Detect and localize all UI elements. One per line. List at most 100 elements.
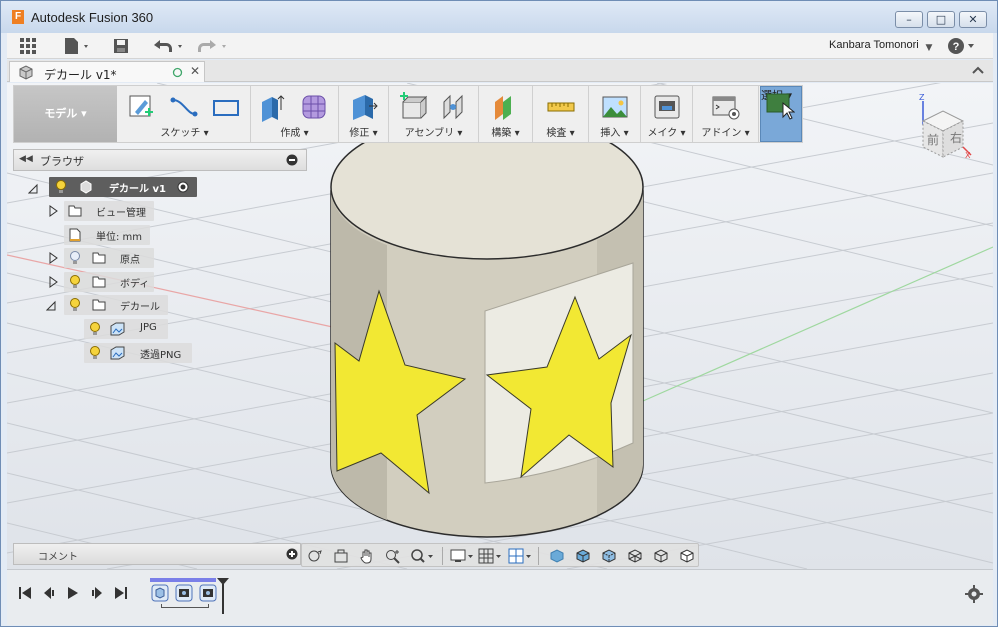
- zoom-icon[interactable]: [384, 547, 402, 565]
- modify-menu-label[interactable]: 修正 ▾: [339, 124, 388, 139]
- insert-group[interactable]: 挿入 ▾: [589, 86, 641, 142]
- visibility-bulb-icon[interactable]: [69, 298, 81, 312]
- inspect-group[interactable]: 検査 ▾: [533, 86, 589, 142]
- go-to-end-icon[interactable]: [113, 585, 129, 601]
- play-icon[interactable]: [65, 585, 81, 601]
- visibility-bulb-icon[interactable]: [55, 180, 67, 194]
- press-pull-icon[interactable]: [349, 92, 379, 122]
- assemble-menu-label[interactable]: アセンブリ ▾: [389, 124, 478, 139]
- rectangle-icon[interactable]: [211, 92, 241, 122]
- save-icon[interactable]: [111, 36, 131, 56]
- file-menu-icon[interactable]: [61, 36, 93, 56]
- viewcube-front-face[interactable]: 前: [927, 131, 939, 148]
- close-window-button[interactable]: ✕: [959, 11, 987, 28]
- comments-panel-header[interactable]: コメント: [13, 543, 301, 565]
- insert-menu-label[interactable]: 挿入 ▾: [589, 124, 640, 139]
- look-at-icon[interactable]: [332, 547, 350, 565]
- tree-item-units[interactable]: 単位: mm: [64, 225, 150, 245]
- expanded-triangle-icon[interactable]: [46, 299, 56, 311]
- joint-icon[interactable]: [439, 92, 469, 122]
- view-cube[interactable]: Z X 前 右: [911, 93, 975, 165]
- select-icon[interactable]: [765, 91, 795, 121]
- visibility-bulb-icon[interactable]: [89, 346, 101, 360]
- cylinder-body[interactable]: [330, 114, 644, 538]
- sketch-menu-label[interactable]: スケッチ ▾: [119, 124, 250, 139]
- assemble-group[interactable]: アセンブリ ▾: [389, 86, 479, 142]
- tree-item-view-manager[interactable]: ビュー管理: [64, 201, 154, 221]
- create-menu-label[interactable]: 作成 ▾: [251, 124, 338, 139]
- add-comment-icon[interactable]: [286, 548, 298, 560]
- make-group[interactable]: メイク ▾: [641, 86, 693, 142]
- undo-icon[interactable]: [151, 36, 187, 56]
- orbit-icon[interactable]: [306, 547, 324, 565]
- collapsed-triangle-icon[interactable]: [48, 252, 58, 264]
- insert-image-icon[interactable]: [600, 92, 630, 122]
- tree-item-decal-png[interactable]: 透過PNG: [84, 343, 192, 363]
- modify-group[interactable]: 修正 ▾: [339, 86, 389, 142]
- timeline-settings-gear-icon[interactable]: [965, 585, 983, 603]
- close-tab-icon[interactable]: ✕: [190, 64, 200, 78]
- form-icon[interactable]: [299, 92, 329, 122]
- browser-panel-header[interactable]: ◀◀ ブラウザ: [13, 149, 307, 171]
- step-forward-icon[interactable]: [89, 585, 105, 601]
- expanded-triangle-icon[interactable]: [28, 182, 38, 194]
- visible-edges-only-icon[interactable]: [678, 547, 696, 565]
- visibility-bulb-icon[interactable]: [89, 322, 101, 336]
- visibility-bulb-off-icon[interactable]: [69, 251, 81, 265]
- tree-item-origin[interactable]: 原点: [64, 248, 154, 268]
- extrude-icon[interactable]: [257, 92, 287, 122]
- create-sketch-icon[interactable]: [127, 92, 157, 122]
- browser-minus-icon[interactable]: [286, 154, 298, 166]
- activate-radio-icon[interactable]: [177, 181, 189, 193]
- collapse-chevron-up-icon[interactable]: [971, 63, 985, 80]
- data-panel-grid-icon[interactable]: [17, 36, 39, 56]
- shaded-icon[interactable]: [548, 547, 566, 565]
- construct-menu-label[interactable]: 構築 ▾: [479, 124, 532, 139]
- add-ins-menu-label[interactable]: アドイン ▾: [693, 124, 758, 139]
- offset-plane-icon[interactable]: [491, 92, 521, 122]
- construct-group[interactable]: 構築 ▾: [479, 86, 533, 142]
- make-menu-label[interactable]: メイク ▾: [641, 124, 692, 139]
- shaded-hidden-edges-icon[interactable]: [600, 547, 618, 565]
- viewcube-right-face[interactable]: 右: [950, 129, 962, 146]
- shaded-edges-icon[interactable]: [574, 547, 592, 565]
- viewports-icon[interactable]: [508, 547, 532, 565]
- line-icon[interactable]: [169, 92, 199, 122]
- user-dropdown-chevron-icon[interactable]: ▼: [925, 38, 933, 58]
- collapse-browser-icon[interactable]: ◀◀: [19, 154, 33, 164]
- display-settings-icon[interactable]: [450, 547, 474, 565]
- redo-icon[interactable]: [195, 36, 231, 56]
- workspace-mode-button[interactable]: モデル ▾: [14, 86, 117, 142]
- visibility-bulb-icon[interactable]: [69, 275, 81, 289]
- maximize-button[interactable]: □: [927, 11, 955, 28]
- step-back-icon[interactable]: [41, 585, 57, 601]
- document-tab[interactable]: デカール v1* ✕: [9, 61, 205, 82]
- wireframe-icon[interactable]: [626, 547, 644, 565]
- tree-item-bodies[interactable]: ボディ: [64, 272, 154, 292]
- add-ins-group[interactable]: アドイン ▾: [693, 86, 759, 142]
- timeline-feature-component[interactable]: [151, 584, 169, 602]
- tree-item-decals[interactable]: デカール: [64, 295, 168, 315]
- create-group[interactable]: 作成 ▾: [251, 86, 339, 142]
- grid-snaps-icon[interactable]: [478, 547, 502, 565]
- minimize-button[interactable]: –: [895, 11, 923, 28]
- tree-item-decal-jpg[interactable]: JPG: [84, 319, 168, 339]
- pan-hand-icon[interactable]: [358, 547, 376, 565]
- user-name[interactable]: Kanbara Tomonori: [829, 39, 919, 51]
- select-group[interactable]: 選択 ▾: [760, 86, 802, 142]
- fit-zoom-icon[interactable]: [410, 547, 434, 565]
- tree-root-node[interactable]: デカール v1: [49, 177, 197, 197]
- scripts-addins-icon[interactable]: [711, 92, 741, 122]
- timeline-feature-decal-1[interactable]: [175, 584, 193, 602]
- sketch-group[interactable]: スケッチ ▾: [119, 86, 251, 142]
- new-component-icon[interactable]: [397, 92, 427, 122]
- collapsed-triangle-icon[interactable]: [48, 205, 58, 217]
- 3d-print-icon[interactable]: [652, 92, 682, 122]
- go-to-start-icon[interactable]: [17, 585, 33, 601]
- collapsed-triangle-icon[interactable]: [48, 276, 58, 288]
- help-icon[interactable]: ?: [947, 36, 977, 56]
- timeline-marker[interactable]: [217, 578, 229, 614]
- timeline-feature-decal-2[interactable]: [199, 584, 217, 602]
- inspect-menu-label[interactable]: 検査 ▾: [533, 124, 588, 139]
- wireframe-hidden-icon[interactable]: [652, 547, 670, 565]
